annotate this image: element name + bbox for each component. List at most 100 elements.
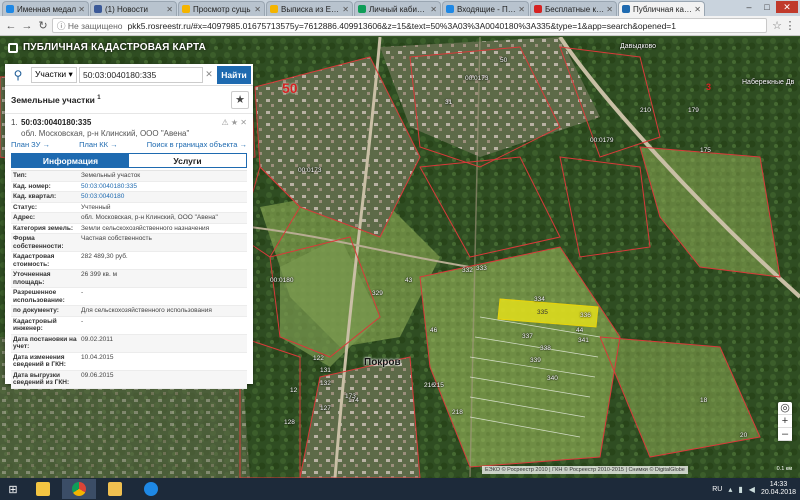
parcel-label: 18 <box>700 397 708 404</box>
browser-tab[interactable]: Личный кабинет ✕ <box>354 1 441 16</box>
browser-tab-active[interactable]: Публичная када ✕ <box>618 1 705 16</box>
taskbar-chrome[interactable] <box>62 479 96 499</box>
internet-explorer-icon <box>144 482 158 496</box>
property-row: Разрешенное использование: - <box>11 288 247 306</box>
tab-services[interactable]: Услуги <box>129 154 246 167</box>
tab-close-icon[interactable]: ✕ <box>430 5 437 14</box>
favorites-button[interactable]: ★ <box>231 90 249 109</box>
maximize-button[interactable]: □ <box>758 1 776 13</box>
results-title: Земельные участки 1 <box>11 94 101 105</box>
tab-close-icon[interactable]: ✕ <box>518 5 525 14</box>
browser-menu-icon[interactable]: ⋮ <box>784 19 796 32</box>
search-type-select[interactable]: Участки ▾ <box>31 66 77 83</box>
plan-zu-link[interactable]: План ЗУ → <box>11 140 50 149</box>
clock[interactable]: 14:33 20.04.2018 <box>761 481 796 497</box>
start-button[interactable]: ⊞ <box>0 478 26 500</box>
tab-close-icon[interactable]: ✕ <box>694 5 701 14</box>
result-item[interactable]: 1. 50:03:0040180:335 ⚠ ★ ✕ обл. Московск… <box>5 114 253 149</box>
chrome-icon <box>72 482 86 496</box>
parcel-label: 43 <box>405 277 413 284</box>
search-button[interactable]: Найти <box>217 65 251 84</box>
minimize-button[interactable]: – <box>740 1 758 13</box>
browser-tab[interactable]: Входящие - Почт ✕ <box>442 1 529 16</box>
search-icon[interactable]: ⚲ <box>5 64 31 86</box>
search-input[interactable]: 50:03:0040180:335 <box>79 66 203 83</box>
property-row: Форма собственности: Частная собственност… <box>11 234 247 252</box>
zoom-out-button[interactable]: – <box>778 428 792 441</box>
locate-button[interactable]: ◎ <box>778 402 792 415</box>
parcel-label: 127 <box>320 405 331 412</box>
parcel-label: 20 <box>740 432 748 439</box>
parcel-label: 215 <box>433 382 444 389</box>
tab-close-icon[interactable]: ✕ <box>606 5 613 14</box>
network-icon[interactable]: ▮ <box>738 485 742 494</box>
info-tabs: Информация Услуги <box>11 153 247 168</box>
tab-favicon-icon <box>6 5 14 13</box>
parcel-label: 00:0180 <box>270 277 294 284</box>
tray-up-arrow-icon[interactable]: ▴ <box>728 485 732 494</box>
parcel-label: 336 <box>580 312 591 319</box>
tab-favicon-icon <box>622 5 630 13</box>
taskbar-ie[interactable] <box>134 479 168 499</box>
parcel-label: 174 <box>348 397 359 404</box>
browser-tab[interactable]: Именная медал ✕ <box>2 1 89 16</box>
folder-icon <box>36 482 50 496</box>
tab-information[interactable]: Информация <box>12 154 129 167</box>
taskbar-explorer[interactable] <box>98 479 132 499</box>
property-row: Статус: Учтенный <box>11 203 247 213</box>
result-action-icons[interactable]: ⚠ ★ ✕ <box>222 118 248 127</box>
tab-favicon-icon <box>94 5 102 13</box>
plan-kk-link[interactable]: План КК → <box>79 140 118 149</box>
zoom-in-button[interactable]: + <box>778 415 792 428</box>
language-indicator[interactable]: RU <box>712 486 722 493</box>
property-row: Кад. квартал: 50:03:0040180 <box>11 192 247 203</box>
url-input[interactable]: ⓘ Не защищено pkk5.rosreestr.ru/#x=40979… <box>52 18 767 33</box>
property-row: Кадастровый инженер: - <box>11 317 247 335</box>
taskbar-folder[interactable] <box>26 479 60 499</box>
system-tray: RU ▴ ▮ ◀ 14:33 20.04.2018 <box>712 478 796 500</box>
browser-tab[interactable]: Бесплатные кон ✕ <box>530 1 617 16</box>
results-count: 1 <box>97 94 101 101</box>
browser-tab[interactable]: Выписка из ЕГР ✕ <box>266 1 353 16</box>
tab-close-icon[interactable]: ✕ <box>78 5 85 14</box>
back-button[interactable]: ← <box>4 20 18 32</box>
cadastral-quarter-link[interactable]: 50:03:0040180 <box>77 193 247 201</box>
properties-table: Тип: Земельный участок Кад. номер: 50:03:0… <box>11 170 247 389</box>
result-address: обл. Московская, р-н Клинский, ООО "Авен… <box>21 129 190 138</box>
search-panel: ⚲ Участки ▾ 50:03:0040180:335 ✕ Найти Зе… <box>5 64 253 389</box>
bookmark-star-icon[interactable]: ☆ <box>770 19 784 32</box>
clock-date: 20.04.2018 <box>760 489 796 496</box>
clock-time: 14:33 <box>769 481 788 488</box>
window-controls: – □ ✕ <box>740 1 798 13</box>
property-row: Кад. номер: 50:03:0040180:335 <box>11 182 247 192</box>
cadastral-number-link[interactable]: 50:03:0040180:335 <box>77 183 247 191</box>
property-row: Адрес: обл. Московская, р-н Клинский, ООО… <box>11 213 247 224</box>
browser-tab[interactable]: Просмотр сущь ✕ <box>178 1 265 16</box>
property-row: по документу: Для сельскохозяйственного и… <box>11 306 247 317</box>
clear-search-icon[interactable]: ✕ <box>203 69 215 80</box>
security-indicator[interactable]: ⓘ Не защищено <box>57 20 123 32</box>
browser-tab[interactable]: (1) Новости ✕ <box>90 1 177 16</box>
map-scale: 0.1 км <box>776 466 792 472</box>
result-cadastral-number[interactable]: 50:03:0040180:335 <box>21 118 91 127</box>
tab-close-icon[interactable]: ✕ <box>166 5 173 14</box>
property-row: Уточненная площадь: 26 399 кв. м <box>11 270 247 288</box>
parcel-label: 179 <box>688 107 699 114</box>
parcel-label: 12 <box>290 387 298 394</box>
search-within-object-link[interactable]: Поиск в границах объекта → <box>147 140 247 149</box>
tab-close-icon[interactable]: ✕ <box>342 5 349 14</box>
parcel-label: 31 <box>445 99 453 106</box>
forward-button[interactable]: → <box>20 20 34 32</box>
tab-close-icon[interactable]: ✕ <box>254 5 261 14</box>
close-window-button[interactable]: ✕ <box>776 1 798 13</box>
parcel-label: 175 <box>700 147 711 154</box>
property-row: Дата изменения сведений в ГКН: 10.04.2015 <box>11 353 247 371</box>
reload-button[interactable]: ↻ <box>36 19 50 32</box>
parcel-label: 210 <box>640 107 651 114</box>
property-row: Дата выгрузки сведений из ГКН: 09.06.2015 <box>11 370 247 389</box>
volume-icon[interactable]: ◀ <box>749 485 755 494</box>
tab-favicon-icon <box>182 5 190 13</box>
village-label: Давыдково <box>620 43 657 50</box>
search-row: ⚲ Участки ▾ 50:03:0040180:335 ✕ Найти <box>5 64 253 86</box>
tab-favicon-icon <box>270 5 278 13</box>
